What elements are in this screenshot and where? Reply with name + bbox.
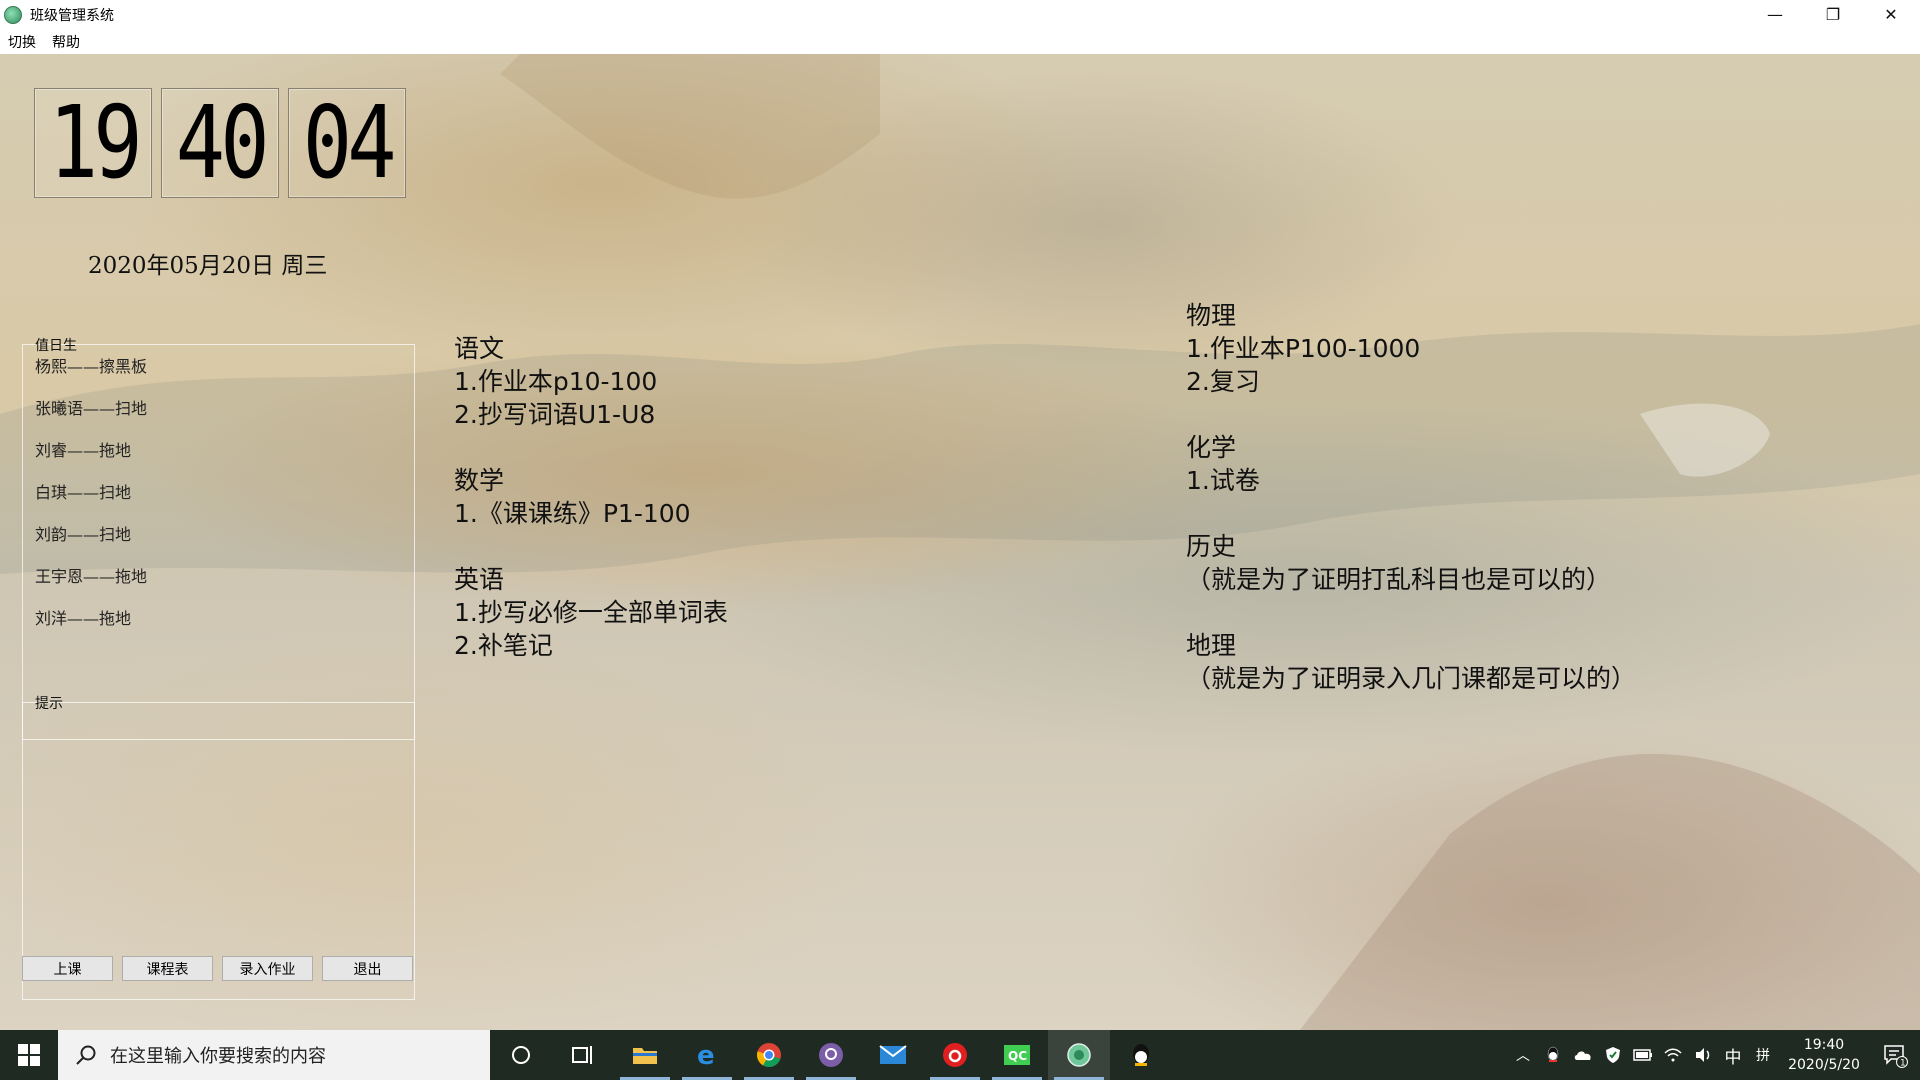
svg-text:QC: QC [1008,1049,1027,1063]
homework-line: 2.复习 [1186,367,1260,396]
subject-title: 物理 [1186,301,1237,330]
show-hidden-icons[interactable]: ︿ [1508,1030,1538,1080]
tray-clock[interactable]: 19:40 2020/5/20 [1778,1035,1870,1075]
duty-item: 杨熙——擦黑板 [35,357,148,376]
exit-button[interactable]: 退出 [322,956,413,981]
menu-bar: 切换 帮助 [0,29,1920,54]
duty-item: 刘韵——扫地 [35,525,132,544]
tray-time: 19:40 [1803,1037,1845,1053]
github-icon[interactable] [800,1030,862,1080]
tips-title: 提示 [35,696,63,712]
enter-homework-button[interactable]: 录入作业 [222,956,313,981]
duty-item: 刘睿——拖地 [35,441,132,460]
search-placeholder: 在这里输入你要搜索的内容 [110,1046,326,1067]
homework-line: （就是为了证明录入几门课都是可以的） [1186,664,1637,693]
duty-item: 王宇恩——拖地 [35,567,148,586]
clock-seconds: 04 [288,88,406,198]
windows-logo-icon [18,1044,40,1066]
homework-line: 1.《课课练》P1-100 [454,499,691,528]
class-manager-taskbar-icon[interactable] [1048,1030,1110,1080]
qq-tray-icon[interactable] [1538,1030,1568,1080]
menu-help[interactable]: 帮助 [44,32,88,52]
subject-title: 英语 [454,565,505,594]
minimize-button[interactable]: — [1746,0,1804,29]
subject-title: 历史 [1186,532,1237,561]
mail-icon[interactable] [862,1030,924,1080]
taskbar: 在这里输入你要搜索的内容 e QC ︿ 中 拼 19:40 2020/5/20 … [0,1030,1920,1080]
title-bar: 班级管理系统 — ❐ ✕ [0,0,1920,29]
notification-icon: 1 [1884,1045,1908,1069]
maximize-button[interactable]: ❐ [1804,0,1862,29]
duty-title: 值日生 [35,338,77,354]
subject-title: 化学 [1186,433,1237,462]
homework-left-column: 语文 1.作业本p10-100 2.抄写词语U1-U8 数学 1.《课课练》P1… [454,332,728,662]
app-icon [4,5,22,24]
wifi-icon[interactable] [1658,1030,1688,1080]
volume-icon[interactable] [1688,1030,1718,1080]
taskbar-search[interactable]: 在这里输入你要搜索的内容 [58,1030,490,1080]
netease-music-icon[interactable] [924,1030,986,1080]
window-title: 班级管理系统 [30,7,114,24]
homework-line: 2.补笔记 [454,631,553,660]
subject-title: 地理 [1186,631,1237,660]
task-view-icon[interactable] [552,1030,614,1080]
chrome-icon[interactable] [738,1030,800,1080]
homework-line: 2.抄写词语U1-U8 [454,400,656,429]
window-controls: — ❐ ✕ [1746,0,1920,29]
homework-line: 1.试卷 [1186,466,1260,495]
digital-clock: 19 40 04 [34,88,406,198]
battery-icon[interactable] [1628,1030,1658,1080]
svg-text:e: e [697,1042,715,1068]
qq-icon[interactable] [1110,1030,1172,1080]
date-label: 2020年05月20日 周三 [88,253,328,279]
main-content: 19 40 04 2020年05月20日 周三 值日生 杨熙——擦黑板 张曦语—… [0,54,1920,1030]
duty-list: 杨熙——擦黑板 张曦语——扫地 刘睿——拖地 白琪——扫地 刘韵——扫地 王宇恩… [35,357,147,651]
duty-item: 刘洋——拖地 [35,609,132,628]
schedule-button[interactable]: 课程表 [122,956,213,981]
menu-switch[interactable]: 切换 [0,32,44,52]
duty-item: 张曦语——扫地 [35,399,148,418]
ime-indicator[interactable]: 中 [1718,1030,1748,1080]
edge-icon[interactable]: e [676,1030,738,1080]
close-button[interactable]: ✕ [1862,0,1920,29]
cortana-icon[interactable] [490,1030,552,1080]
homework-line: 1.作业本P100-1000 [1186,334,1421,363]
search-icon [76,1045,96,1065]
duty-groupbox: 值日生 杨熙——擦黑板 张曦语——扫地 刘睿——拖地 白琪——扫地 刘韵——扫地… [22,338,415,740]
clock-hours: 19 [34,88,152,198]
clock-minutes: 40 [161,88,279,198]
homework-line: 1.抄写必修一全部单词表 [454,598,728,627]
subject-title: 数学 [454,466,505,495]
notification-count: 1 [1900,1059,1906,1069]
action-buttons: 上课 课程表 录入作业 退出 [22,956,413,981]
homework-line: （就是为了证明打乱科目也是可以的） [1186,565,1612,594]
security-icon[interactable] [1598,1030,1628,1080]
system-tray: ︿ 中 拼 19:40 2020/5/20 1 [1508,1030,1920,1080]
homework-line: 1.作业本p10-100 [454,367,658,396]
onedrive-icon[interactable] [1568,1030,1598,1080]
duty-item: 白琪——扫地 [35,483,132,502]
ime-layout-indicator[interactable]: 拼 [1748,1030,1778,1080]
notification-center-button[interactable]: 1 [1870,1030,1920,1080]
start-button[interactable] [0,1030,58,1080]
homework-right-column: 物理 1.作业本P100-1000 2.复习 化学 1.试卷 历史 （就是为了证… [1186,299,1636,695]
qt-creator-icon[interactable]: QC [986,1030,1048,1080]
file-explorer-icon[interactable] [614,1030,676,1080]
tray-date: 2020/5/20 [1788,1057,1860,1073]
subject-title: 语文 [454,334,505,363]
start-class-button[interactable]: 上课 [22,956,113,981]
